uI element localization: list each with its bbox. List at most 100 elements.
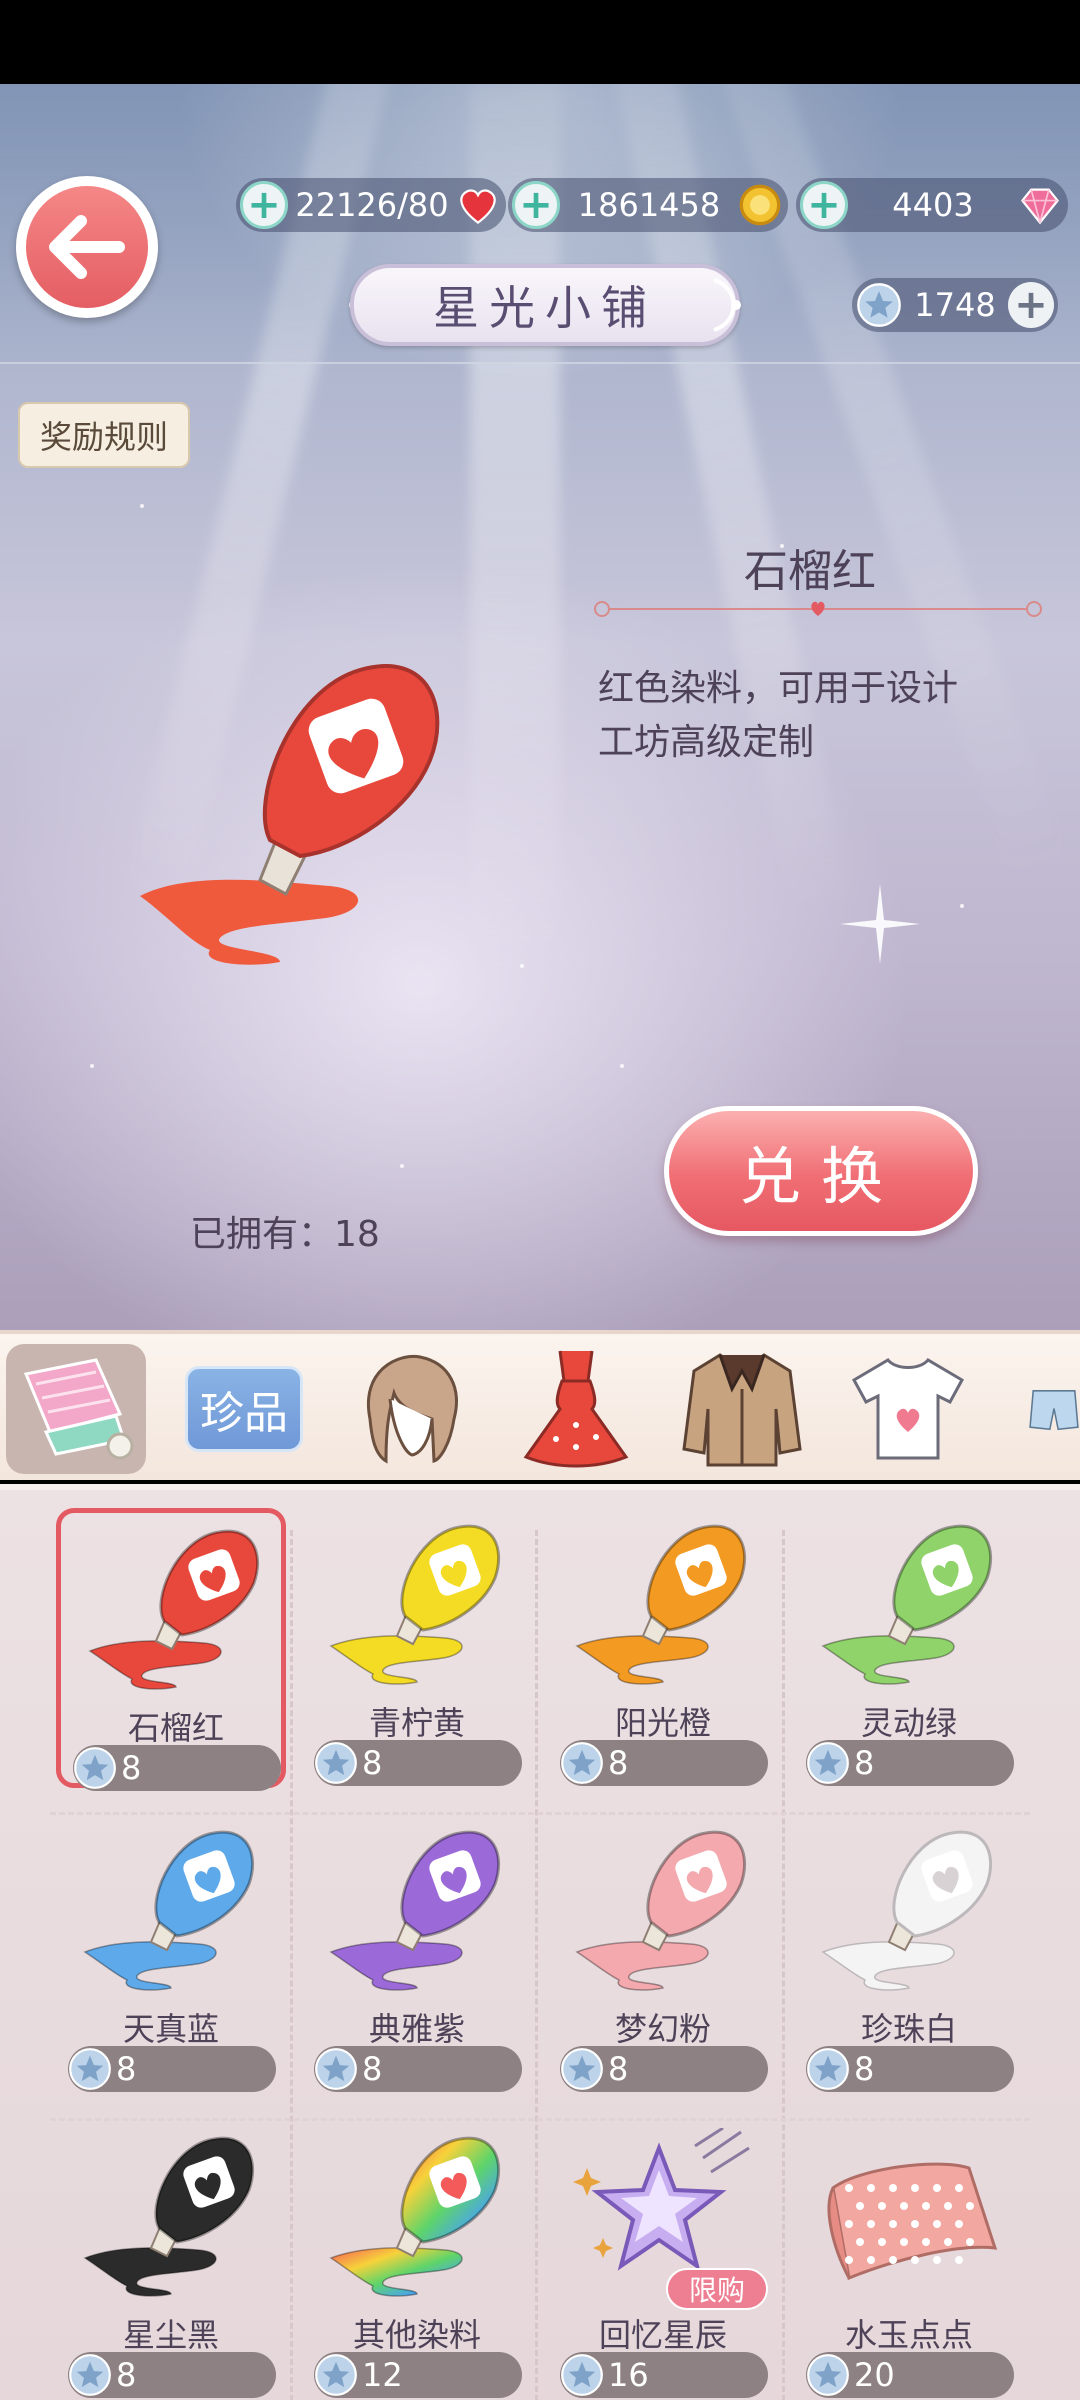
shop-item-cell[interactable]: 星尘黑 8	[56, 2120, 286, 2400]
shop-item-cell[interactable]: 阳光橙 8	[548, 1508, 778, 1788]
item-price-value: 16	[608, 2356, 649, 2394]
star-coin-icon	[69, 2354, 111, 2396]
dye-bottle-image	[575, 1524, 747, 1685]
item-price-value: 8	[608, 1744, 629, 1782]
item-name: 石榴红	[127, 1709, 224, 1747]
star-coin-icon	[561, 2048, 603, 2090]
diamond-value: 4403	[892, 186, 974, 224]
star-coin-counter: 1748 +	[852, 278, 1058, 332]
shop-item-cell[interactable]: 天真蓝 8	[56, 1814, 286, 2094]
item-name: 阳光橙	[614, 1704, 711, 1742]
redeem-button[interactable]: 兑换	[664, 1106, 978, 1236]
star-coin-icon	[857, 283, 901, 327]
tab-dress[interactable]	[506, 1344, 646, 1474]
shop-item-cell[interactable]: 灵动绿 8	[794, 1508, 1024, 1788]
dye-bottle-image	[83, 2136, 255, 2297]
item-price: 8	[806, 2046, 1014, 2092]
star-coin-icon	[807, 1742, 849, 1784]
fabric-icon	[23, 1358, 134, 1460]
shirt-icon	[851, 1358, 965, 1460]
dress-icon	[523, 1350, 629, 1468]
status-bar	[0, 0, 1080, 84]
item-price: 8	[560, 1740, 768, 1786]
dye-bottle-image	[329, 1830, 501, 1991]
item-name: 珍珠白	[860, 2010, 957, 2048]
add-diamond-button[interactable]: +	[800, 181, 848, 229]
item-name: 天真蓝	[122, 2010, 219, 2048]
shop-item-cell[interactable]: 水玉点点 20	[794, 2120, 1024, 2400]
shop-item-cell[interactable]: 青柠黄 8	[302, 1508, 532, 1788]
owned-count: 已拥有：18	[190, 1205, 380, 1257]
coat-icon	[682, 1353, 802, 1467]
gold-counter: + 1861458	[508, 178, 788, 232]
item-price: 8	[68, 2046, 276, 2092]
reward-rules-button[interactable]: 奖励规则	[18, 402, 190, 468]
item-price: 20	[806, 2352, 1014, 2398]
tab-treasure[interactable]: 珍品	[174, 1344, 314, 1474]
item-price: 8	[560, 2046, 768, 2092]
item-name: 回忆星辰	[598, 2316, 727, 2354]
star-coin-icon	[315, 1742, 357, 1784]
add-star-coin-button[interactable]: +	[1008, 282, 1054, 328]
star-coin-icon	[561, 1742, 603, 1784]
arrow-left-icon	[49, 215, 125, 279]
tab-bottoms[interactable]	[1004, 1344, 1080, 1474]
shop-item-cell[interactable]: 石榴红 8	[56, 1508, 286, 1791]
pants-icon	[1029, 1390, 1079, 1431]
gold-coin-icon	[739, 184, 781, 226]
item-price-value: 8	[608, 2050, 629, 2088]
selected-item-name: 石榴红	[744, 546, 876, 597]
dye-bottle-image	[821, 1830, 993, 1991]
dye-bottle-image	[575, 1830, 747, 1991]
dye-bottle-image	[821, 1524, 993, 1685]
item-name: 水玉点点	[844, 2316, 973, 2354]
item-price-value: 12	[362, 2356, 403, 2394]
item-price: 8	[806, 1740, 1014, 1786]
item-price-value: 8	[116, 2356, 137, 2394]
star-coin-icon	[807, 2048, 849, 2090]
back-button[interactable]	[16, 176, 158, 318]
treasure-tab-label: 珍品	[185, 1366, 303, 1452]
tab-hair[interactable]	[340, 1344, 480, 1474]
shop-item-cell[interactable]: 典雅紫 8	[302, 1814, 532, 2094]
stamina-value: 22126/80	[295, 186, 449, 224]
item-price-value: 8	[116, 2050, 137, 2088]
item-price: 8	[314, 1740, 522, 1786]
star-coin-value: 1748	[914, 286, 996, 324]
category-tabs: 珍品	[0, 1330, 1080, 1480]
shop-item-cell[interactable]: 其他染料 12	[302, 2120, 532, 2400]
item-price-value: 8	[362, 2050, 383, 2088]
selected-item-image	[140, 664, 440, 965]
diamond-counter: + 4403	[796, 178, 1068, 232]
item-name: 青柠黄	[368, 1704, 465, 1742]
hair-icon	[366, 1354, 458, 1464]
stamina-counter: + 22126/80	[236, 178, 506, 232]
item-price: 16	[560, 2352, 768, 2398]
item-price-value: 8	[362, 1744, 383, 1782]
description-line-2: 工坊高级定制	[598, 722, 815, 763]
item-price: 8	[314, 2046, 522, 2092]
tab-materials[interactable]	[6, 1344, 146, 1474]
item-name: 典雅紫	[368, 2010, 465, 2048]
limited-purchase-badge: 限购	[666, 2268, 768, 2310]
tab-coat[interactable]	[672, 1344, 812, 1474]
item-price-value: 8	[854, 2050, 875, 2088]
selected-item-description: 红色染料，可用于设计 工坊高级定制	[598, 662, 1058, 770]
star-coin-icon	[69, 2048, 111, 2090]
add-stamina-button[interactable]: +	[240, 181, 288, 229]
shop-item-cell[interactable]: 梦幻粉 8	[548, 1814, 778, 2094]
dye-bottle-image	[88, 1529, 260, 1690]
shop-item-cell[interactable]: 珍珠白 8	[794, 1814, 1024, 2094]
item-price: 8	[73, 1745, 281, 1791]
description-line-1: 红色染料，可用于设计	[598, 668, 959, 709]
add-gold-button[interactable]: +	[512, 181, 560, 229]
dye-bottle-image	[329, 2136, 501, 2297]
shop-item-cell[interactable]: 限购回忆星辰 16	[548, 2120, 778, 2400]
gold-value: 1861458	[577, 186, 721, 224]
item-price-value: 8	[854, 1744, 875, 1782]
tab-top[interactable]	[838, 1344, 978, 1474]
star-coin-icon	[315, 2354, 357, 2396]
polka-dot-fabric-image	[827, 2162, 998, 2281]
sparkle-icon	[840, 884, 920, 964]
item-price: 8	[68, 2352, 276, 2398]
